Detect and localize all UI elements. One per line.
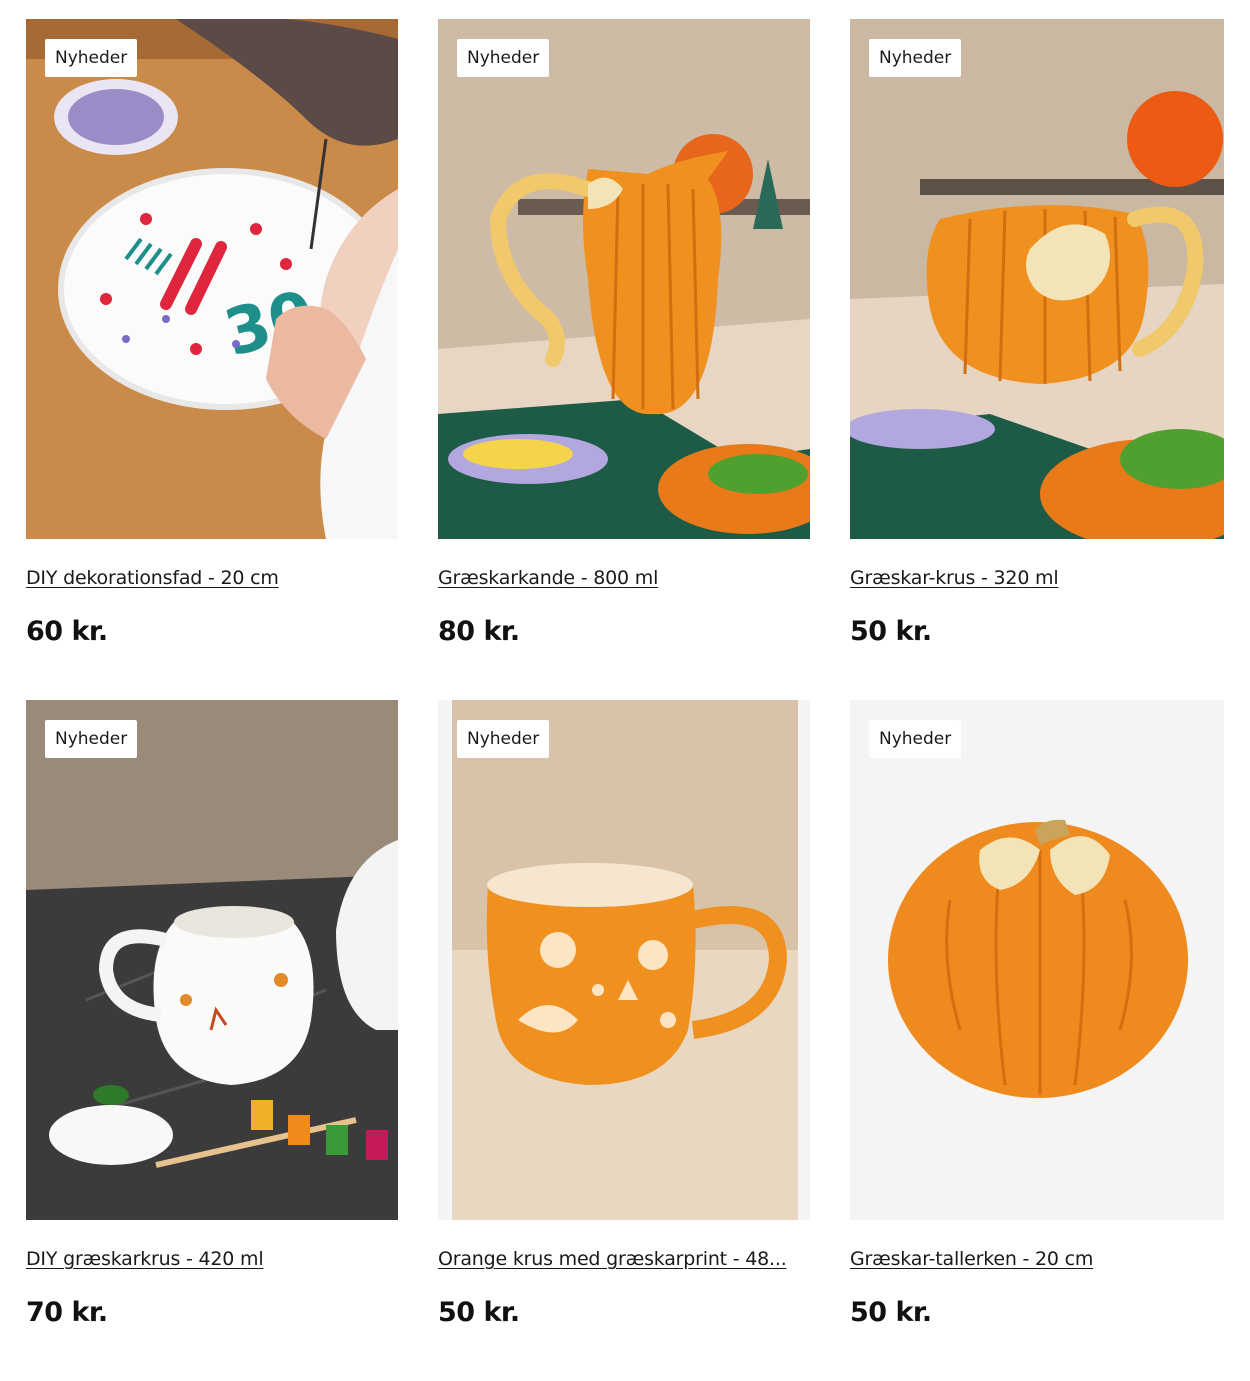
product-title-link[interactable]: DIY dekorationsfad - 20 cm — [26, 567, 279, 589]
product-image-orange-print-mug[interactable]: Nyheder — [438, 700, 810, 1220]
product-price: 80 kr. — [438, 616, 520, 647]
new-badge: Nyheder — [45, 720, 138, 758]
new-badge: Nyheder — [457, 39, 550, 77]
new-badge: Nyheder — [45, 39, 138, 77]
product-image-pumpkin-plate[interactable]: Nyheder — [850, 700, 1224, 1220]
new-badge: Nyheder — [869, 720, 962, 758]
product-card: Nyheder Græskarkande - 800 ml 80 kr. — [438, 19, 810, 700]
product-price: 50 kr. — [438, 1297, 520, 1328]
product-card: Nyheder Orange krus med græskarprint - 4… — [438, 700, 810, 1381]
product-card: 30 Nyheder DIY dekorationsfad - 20 cm 60… — [26, 19, 398, 700]
product-title-link[interactable]: DIY græskarkrus - 420 ml — [26, 1248, 264, 1270]
new-badge: Nyheder — [457, 720, 550, 758]
product-title-link[interactable]: Græskar-tallerken - 20 cm — [850, 1248, 1093, 1270]
product-image-pumpkin-jug[interactable]: Nyheder — [438, 19, 810, 539]
product-image-diy-pumpkin-mug[interactable]: Nyheder — [26, 700, 398, 1220]
new-badge: Nyheder — [869, 39, 962, 77]
product-image-painted-plate[interactable]: 30 Nyheder — [26, 19, 398, 539]
product-price: 60 kr. — [26, 616, 108, 647]
product-card: Nyheder Græskar-tallerken - 20 cm 50 kr. — [850, 700, 1224, 1381]
product-title-link[interactable]: Græskarkande - 800 ml — [438, 567, 658, 589]
product-price: 50 kr. — [850, 1297, 932, 1328]
product-card: Nyheder DIY græskarkrus - 420 ml 70 kr. — [26, 700, 398, 1381]
product-price: 50 kr. — [850, 616, 932, 647]
product-title-link[interactable]: Orange krus med græskarprint - 48... — [438, 1248, 787, 1270]
product-image-pumpkin-mug[interactable]: Nyheder — [850, 19, 1224, 539]
product-grid: 30 Nyheder DIY dekorationsfad - 20 cm 60… — [26, 19, 1224, 1381]
product-card: Nyheder Græskar-krus - 320 ml 50 kr. — [850, 19, 1224, 700]
product-price: 70 kr. — [26, 1297, 108, 1328]
product-title-link[interactable]: Græskar-krus - 320 ml — [850, 567, 1059, 589]
